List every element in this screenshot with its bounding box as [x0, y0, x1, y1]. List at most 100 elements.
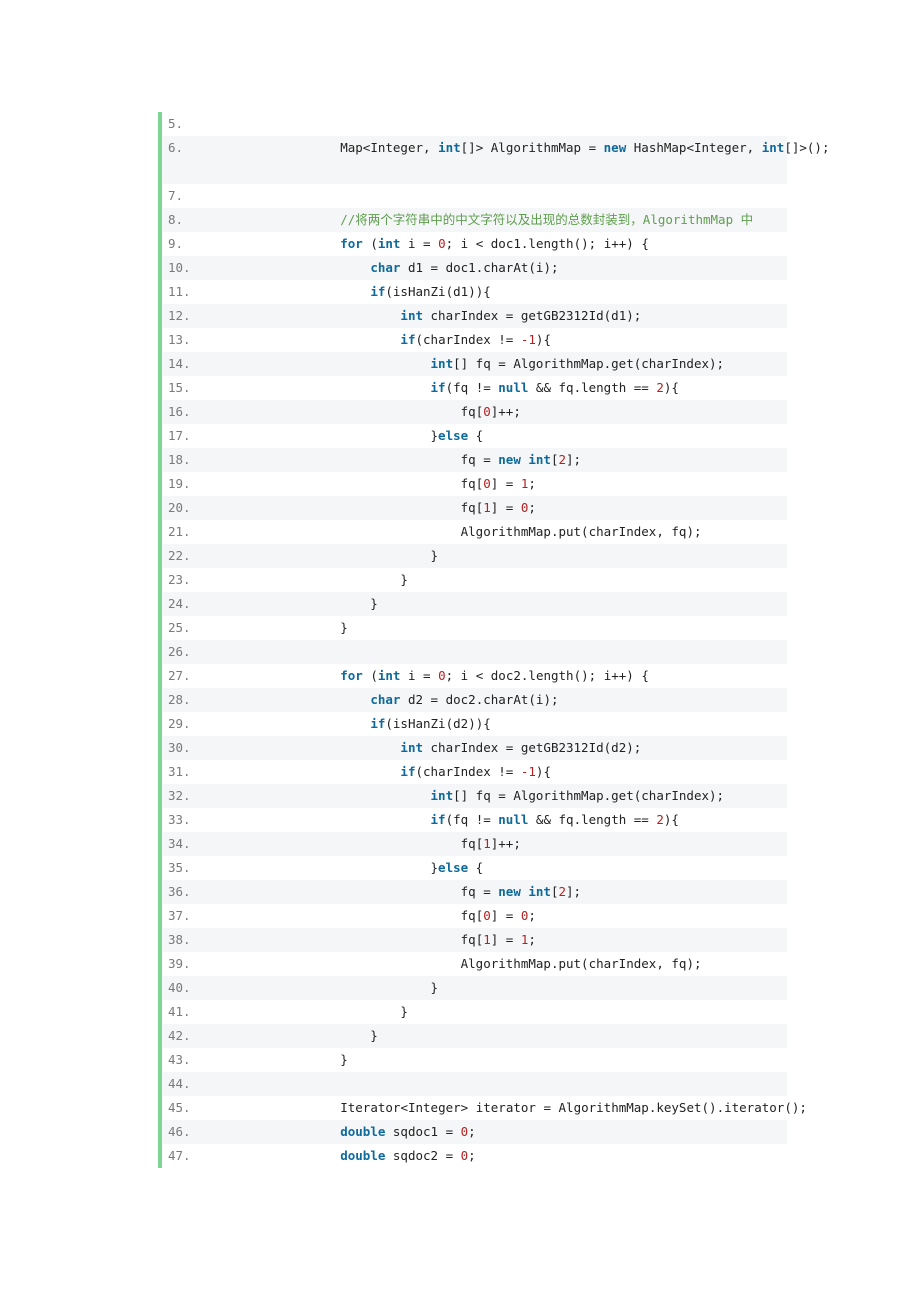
code-line: 25. } [162, 616, 787, 640]
code-line: 46. double sqdoc1 = 0; [162, 1120, 787, 1144]
code-text: fq = new int[2]; [460, 884, 582, 899]
code-line: 24. } [162, 592, 787, 616]
code-text: if(isHanZi(d2)){ [370, 716, 491, 731]
code-line: 28. char d2 = doc2.charAt(i); [162, 688, 787, 712]
code-line: 35. }else { [162, 856, 787, 880]
line-number: 33. [168, 812, 191, 827]
code-line: 11. if(isHanZi(d1)){ [162, 280, 787, 304]
code-line: 40. } [162, 976, 787, 1000]
code-line: 18. fq = new int[2]; [162, 448, 787, 472]
line-number: 22. [168, 548, 191, 563]
code-text: fq[1] = 0; [460, 500, 536, 515]
code-text: } [280, 1028, 378, 1043]
code-line: 33. if(fq != null && fq.length == 2){ [162, 808, 787, 832]
line-number: 23. [168, 572, 191, 587]
line-number: 26. [168, 644, 191, 659]
code-text: } [280, 548, 439, 563]
code-text: } [280, 620, 348, 635]
line-number: 42. [168, 1028, 191, 1043]
line-number: 30. [168, 740, 191, 755]
code-text: } [280, 1004, 408, 1019]
line-number: 5. [168, 116, 184, 131]
line-number: 6. [168, 140, 184, 155]
code-text: }else { [280, 860, 484, 875]
code-line: 22. } [162, 544, 787, 568]
line-number: 24. [168, 596, 191, 611]
code-text: fq[0] = 0; [460, 908, 536, 923]
code-line: 5. [162, 112, 787, 136]
line-number: 43. [168, 1052, 191, 1067]
code-line: 29. if(isHanZi(d2)){ [162, 712, 787, 736]
code-text: if(fq != null && fq.length == 2){ [430, 812, 679, 827]
code-text: char d1 = doc1.charAt(i); [370, 260, 559, 275]
code-line: 38. fq[1] = 1; [162, 928, 787, 952]
code-text: int charIndex = getGB2312Id(d2); [400, 740, 642, 755]
code-text: fq[1] = 1; [460, 932, 536, 947]
line-number: 9. [168, 236, 184, 251]
line-number: 44. [168, 1076, 191, 1091]
code-line: 7. [162, 184, 787, 208]
code-line: 13. if(charIndex != -1){ [162, 328, 787, 352]
code-line: 12. int charIndex = getGB2312Id(d1); [162, 304, 787, 328]
line-number: 41. [168, 1004, 191, 1019]
code-line: 21. AlgorithmMap.put(charIndex, fq); [162, 520, 787, 544]
code-line: 32. int[] fq = AlgorithmMap.get(charInde… [162, 784, 787, 808]
line-number: 18. [168, 452, 191, 467]
code-text: } [280, 1052, 348, 1067]
code-line: 23. } [162, 568, 787, 592]
line-number: 10. [168, 260, 191, 275]
line-number: 35. [168, 860, 191, 875]
line-number: 38. [168, 932, 191, 947]
line-number: 46. [168, 1124, 191, 1139]
line-number: 12. [168, 308, 191, 323]
code-listing: 5. 6. Map<Integer, int[]> AlgorithmMap = … [158, 112, 829, 1168]
line-number: 17. [168, 428, 191, 443]
code-text: } [280, 572, 408, 587]
code-text: int charIndex = getGB2312Id(d1); [400, 308, 642, 323]
line-number: 21. [168, 524, 191, 539]
code-line: 15. if(fq != null && fq.length == 2){ [162, 376, 787, 400]
line-number: 34. [168, 836, 191, 851]
code-line: 39. AlgorithmMap.put(charIndex, fq); [162, 952, 787, 976]
code-line: 34. fq[1]++; [162, 832, 787, 856]
line-number: 37. [168, 908, 191, 923]
line-number: 13. [168, 332, 191, 347]
code-text: fq[1]++; [460, 836, 521, 851]
code-line: 20. fq[1] = 0; [162, 496, 787, 520]
code-text: for (int i = 0; i < doc1.length(); i++) … [340, 236, 649, 251]
line-number: 14. [168, 356, 191, 371]
code-line: 47. double sqdoc2 = 0; [162, 1144, 787, 1168]
code-line: 31. if(charIndex != -1){ [162, 760, 787, 784]
line-number: 32. [168, 788, 191, 803]
line-number: 20. [168, 500, 191, 515]
code-text: fq = new int[2]; [460, 452, 582, 467]
code-text: AlgorithmMap.put(charIndex, fq); [460, 524, 702, 539]
line-number: 31. [168, 764, 191, 779]
code-line: 37. fq[0] = 0; [162, 904, 787, 928]
code-line: 16. fq[0]++; [162, 400, 787, 424]
code-line: 42. } [162, 1024, 787, 1048]
code-line: 19. fq[0] = 1; [162, 472, 787, 496]
code-line: 44. [162, 1072, 787, 1096]
code-line: 6. Map<Integer, int[]> AlgorithmMap = ne… [162, 136, 829, 184]
code-text: Iterator<Integer> iterator = AlgorithmMa… [340, 1100, 807, 1115]
line-number: 8. [168, 212, 184, 227]
code-line: 30. int charIndex = getGB2312Id(d2); [162, 736, 787, 760]
code-line: 41. } [162, 1000, 787, 1024]
code-text: AlgorithmMap.put(charIndex, fq); [460, 956, 702, 971]
line-number: 27. [168, 668, 191, 683]
code-text: fq[0]++; [460, 404, 521, 419]
line-number: 11. [168, 284, 191, 299]
code-text: int[] fq = AlgorithmMap.get(charIndex); [430, 788, 725, 803]
document-page: 5. 6. Map<Integer, int[]> AlgorithmMap = … [0, 0, 920, 1302]
code-line: 36. fq = new int[2]; [162, 880, 787, 904]
line-number: 47. [168, 1148, 191, 1163]
line-number: 25. [168, 620, 191, 635]
code-text: double sqdoc1 = 0; [340, 1124, 476, 1139]
code-text: } [280, 980, 439, 995]
code-text: }else { [280, 428, 484, 443]
code-line: 8. //将两个字符串中的中文字符以及出现的总数封装到，AlgorithmMap… [162, 208, 787, 232]
line-number: 16. [168, 404, 191, 419]
code-line: 27. for (int i = 0; i < doc2.length(); i… [162, 664, 787, 688]
code-text: int[] fq = AlgorithmMap.get(charIndex); [430, 356, 725, 371]
